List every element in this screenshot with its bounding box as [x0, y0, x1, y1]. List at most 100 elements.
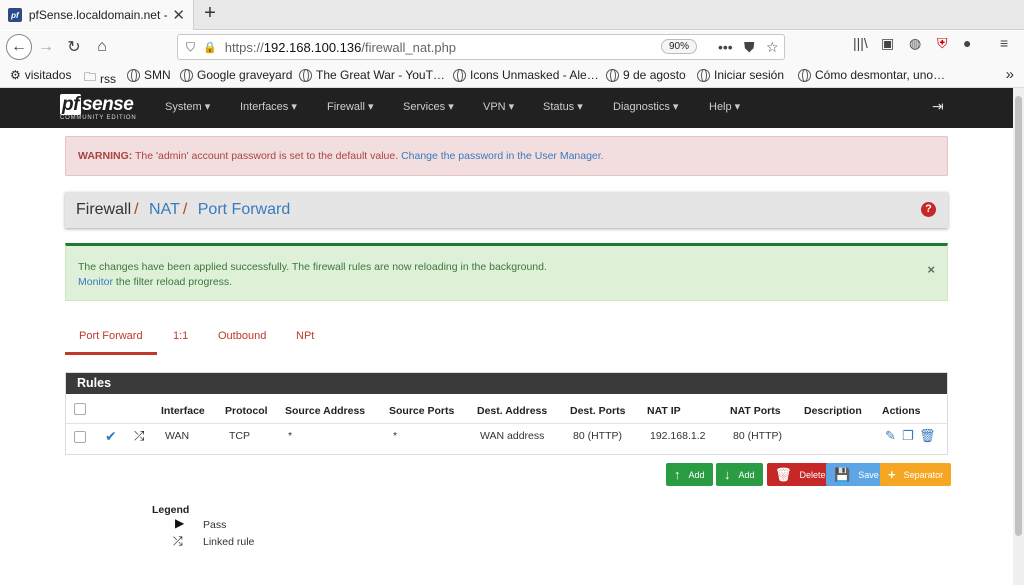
table-header-divider: [66, 423, 947, 424]
default-password-warning: WARNING: The 'admin' account password is…: [65, 136, 948, 176]
bookmark-icons-unmasked[interactable]: Icons Unmasked - Ale…: [453, 68, 599, 82]
pass-check-icon: ✔: [105, 428, 117, 444]
delete-button[interactable]: 🗑 Delete: [767, 463, 834, 486]
col-nat-ip: NAT IP: [647, 405, 681, 417]
rule-source-address: *: [288, 430, 293, 442]
tab-outbound[interactable]: Outbound: [218, 330, 266, 342]
menu-help[interactable]: Help ▾: [709, 100, 740, 113]
close-alert-icon[interactable]: ×: [927, 262, 935, 277]
menu-interfaces[interactable]: Interfaces ▾: [240, 100, 297, 113]
separator-button[interactable]: + Separator: [880, 463, 952, 486]
change-password-link[interactable]: Change the password in the User Manager.: [401, 150, 604, 162]
rule-nat-ip: 192.168.1.2: [650, 430, 706, 442]
edit-pencil-icon[interactable]: ✎: [885, 428, 896, 444]
pfsense-logo[interactable]: pf sense COMMUNITY EDITION: [60, 94, 137, 121]
bookmark-9-de-agosto[interactable]: 9 de agosto: [606, 68, 686, 82]
home-icon[interactable]: ⌂: [90, 35, 114, 59]
menu-system[interactable]: System ▾: [165, 100, 210, 113]
menu-services[interactable]: Services ▾: [403, 100, 454, 113]
linked-rule-shuffle-icon: ⤮: [173, 534, 183, 548]
rule-dest-address: WAN address: [480, 430, 545, 442]
rule-dest-ports: 80 (HTTP): [573, 430, 623, 442]
extension-icon[interactable]: ●: [963, 35, 971, 51]
save-button[interactable]: 💾 Save: [826, 463, 887, 486]
browser-tab-title: pfSense.localdomain.net - F: [28, 8, 173, 22]
bookmark-iniciar-sesion[interactable]: Iniciar sesión: [697, 68, 784, 82]
tab-port-forward[interactable]: Port Forward: [79, 330, 143, 342]
back-arrow-icon[interactable]: ←: [6, 34, 32, 60]
pocket-icon[interactable]: ⛊: [744, 39, 755, 56]
copy-icon[interactable]: ❐: [902, 428, 914, 444]
sidebar-icon[interactable]: ▣: [881, 35, 894, 52]
add-bottom-button[interactable]: ↓ Add: [716, 463, 763, 486]
rule-interface: WAN: [165, 430, 190, 442]
insecure-lock-icon[interactable]: 🔒: [203, 41, 217, 54]
bookmark-great-war[interactable]: The Great War - YouT…: [299, 68, 445, 82]
browser-tab[interactable]: pf pfSense.localdomain.net - F ✕: [0, 0, 194, 30]
delete-trash-icon[interactable]: 🗑: [919, 428, 936, 444]
folder-icon: 🗀: [84, 70, 97, 84]
bookmark-rss[interactable]: 🗀 rss: [84, 68, 116, 89]
bookmark-visitados[interactable]: ⚙ visitados: [10, 68, 71, 82]
rules-panel-title: Rules: [66, 373, 947, 394]
tab-1-1[interactable]: 1:1: [173, 330, 188, 342]
monitor-link[interactable]: Monitor: [78, 276, 113, 288]
bookmark-como-desmontar[interactable]: Cómo desmontar, uno…: [798, 68, 945, 82]
globe-icon: [299, 68, 312, 82]
menu-firewall[interactable]: Firewall ▾: [327, 100, 373, 113]
scrollbar-thumb[interactable]: [1015, 96, 1022, 536]
extension-globe-icon[interactable]: ◍: [909, 35, 921, 52]
col-interface: Interface: [161, 405, 205, 417]
bookmark-google-graveyard[interactable]: Google graveyard: [180, 68, 292, 82]
tracking-shield-icon[interactable]: ⛉: [186, 40, 195, 55]
col-source-address: Source Address: [285, 405, 366, 417]
add-top-button[interactable]: ↑ Add: [666, 463, 713, 486]
floppy-save-icon: 💾: [834, 466, 851, 482]
new-tab-plus-icon[interactable]: +: [200, 2, 220, 25]
rule-row-checkbox[interactable]: [74, 431, 86, 443]
col-protocol: Protocol: [225, 405, 268, 417]
bookmark-smn[interactable]: SMN: [127, 68, 171, 82]
bookmarks-toolbar: ⚙ visitados 🗀 rss SMN Google graveyard The…: [0, 63, 1024, 88]
pfsense-favicon-icon: pf: [8, 8, 22, 22]
rule-source-ports: *: [393, 430, 398, 442]
col-nat-ports: NAT Ports: [730, 405, 781, 417]
browser-navbar: ← → ↻ ⌂ ⛉ 🔒 https://192.168.100.136/fire…: [0, 31, 1024, 63]
legend-linked-rule: Linked rule: [203, 536, 255, 548]
library-icon[interactable]: |||\: [853, 35, 868, 51]
bookmark-star-icon[interactable]: ☆: [766, 39, 779, 56]
zoom-level-badge[interactable]: 90%: [661, 39, 698, 54]
breadcrumb-nat-link[interactable]: NAT: [149, 201, 180, 218]
more-actions-icon[interactable]: •••: [718, 39, 733, 55]
select-all-checkbox[interactable]: [74, 403, 86, 415]
hamburger-menu-icon[interactable]: ≡: [1000, 35, 1008, 51]
breadcrumb: Firewall / NAT / Port Forward ?: [65, 192, 948, 228]
logout-icon[interactable]: ⇥: [932, 98, 944, 115]
changes-applied-alert: The changes have been applied successful…: [65, 243, 948, 301]
close-tab-icon[interactable]: ✕: [172, 6, 185, 24]
col-description: Description: [804, 405, 862, 417]
col-dest-ports: Dest. Ports: [570, 405, 626, 417]
ublock-icon[interactable]: ⛨: [937, 35, 948, 52]
menu-diagnostics[interactable]: Diagnostics ▾: [613, 100, 678, 113]
page-scrollbar[interactable]: [1013, 88, 1024, 585]
legend-title: Legend: [152, 504, 190, 516]
reload-icon[interactable]: ↻: [62, 35, 86, 59]
globe-icon: [606, 68, 619, 82]
url-text[interactable]: https://192.168.100.136/firewall_nat.php: [225, 40, 456, 55]
tab-npt[interactable]: NPt: [296, 330, 314, 342]
breadcrumb-port-forward-link[interactable]: Port Forward: [198, 201, 290, 218]
help-question-icon[interactable]: ?: [921, 202, 936, 217]
url-bar[interactable]: ⛉ 🔒 https://192.168.100.136/firewall_nat…: [177, 34, 785, 60]
col-source-ports: Source Ports: [389, 405, 455, 417]
nat-tabs: Port Forward 1:1 Outbound NPt: [65, 322, 948, 355]
chevron-more-bookmarks-icon[interactable]: »: [1006, 66, 1014, 83]
globe-icon: [697, 68, 710, 82]
forward-arrow-icon[interactable]: →: [34, 35, 58, 59]
breadcrumb-firewall: Firewall: [76, 201, 132, 218]
menu-vpn[interactable]: VPN ▾: [483, 100, 514, 113]
legend-pass: Pass: [203, 519, 227, 531]
menu-status[interactable]: Status ▾: [543, 100, 583, 113]
globe-icon: [127, 68, 140, 82]
rules-panel: Rules Interface Protocol Source Address …: [65, 372, 948, 455]
